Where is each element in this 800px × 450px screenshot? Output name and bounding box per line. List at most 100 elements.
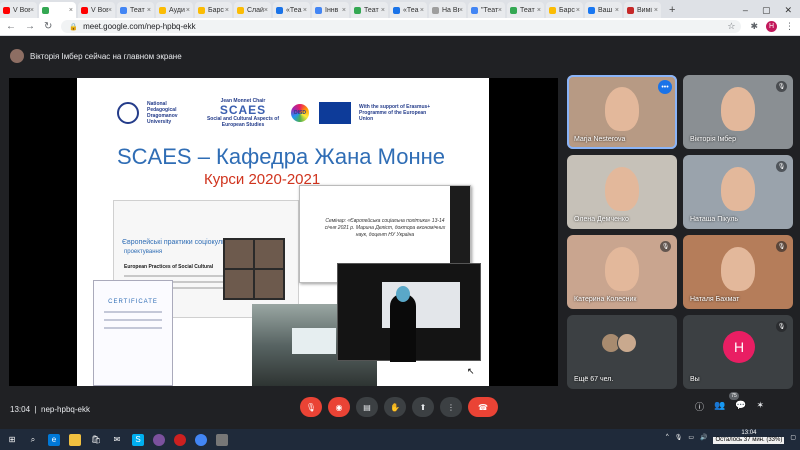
forward-icon[interactable]: → bbox=[25, 21, 35, 32]
extensions-icon[interactable]: ✱ bbox=[750, 21, 758, 32]
participant-tile[interactable]: 🎙 Наташа Пікуль bbox=[683, 155, 793, 229]
participant-tile[interactable]: 🎙 Наталя Бахмат bbox=[683, 235, 793, 309]
app-icon[interactable] bbox=[216, 433, 228, 446]
tab-close-icon[interactable]: × bbox=[186, 7, 190, 14]
reload-icon[interactable]: ↻ bbox=[44, 21, 52, 32]
windows-start-icon[interactable]: ⊞ bbox=[6, 434, 18, 446]
maximize-icon[interactable]: ▢ bbox=[762, 2, 771, 18]
lock-icon[interactable]: 🔒 bbox=[69, 23, 78, 31]
meeting-code: nep-hpbq-ekk bbox=[41, 405, 90, 414]
tile-more-icon[interactable]: ••• bbox=[658, 80, 672, 94]
browser-tab[interactable]: Вимі × bbox=[624, 2, 661, 18]
browser-tab[interactable]: V Вов× bbox=[0, 2, 37, 18]
browser-tab[interactable]: «Теа × bbox=[273, 2, 310, 18]
tab-close-icon[interactable]: × bbox=[69, 7, 73, 14]
info-icon[interactable]: ⓘ bbox=[695, 400, 704, 413]
browser-tab[interactable]: Теат × bbox=[507, 2, 544, 18]
back-icon[interactable]: ← bbox=[6, 21, 16, 32]
tab-close-icon[interactable]: × bbox=[303, 7, 307, 14]
captions-button[interactable]: ▤ bbox=[356, 397, 378, 417]
tab-close-icon[interactable]: × bbox=[381, 7, 385, 14]
profile-avatar[interactable]: H bbox=[766, 21, 777, 32]
tab-close-icon[interactable]: × bbox=[615, 7, 619, 14]
tab-title: Теат bbox=[130, 6, 145, 14]
browser-tab[interactable]: Теат × bbox=[117, 2, 154, 18]
clock-time: 13:04 bbox=[741, 430, 757, 436]
chrome-icon[interactable] bbox=[195, 433, 207, 446]
mic-tray-icon[interactable]: 🎙 bbox=[675, 434, 683, 441]
windows-taskbar: ⊞ ⌕ e 🛍 ✉ S ^ 🎙 ▭ 🔊 13:04 Осталось 37 ми… bbox=[0, 429, 800, 450]
close-icon[interactable]: ✕ bbox=[784, 2, 792, 18]
tab-close-icon[interactable]: × bbox=[576, 7, 580, 14]
browser-tab[interactable]: Теат × bbox=[351, 2, 388, 18]
browser-tab[interactable]: "Теат × bbox=[468, 2, 505, 18]
mic-off-icon: 🎙 bbox=[305, 402, 317, 412]
eu-flag-icon bbox=[319, 102, 351, 124]
raise-hand-button[interactable]: ✋ bbox=[384, 397, 406, 417]
tab-close-icon[interactable]: × bbox=[147, 7, 151, 14]
browser-tab[interactable]: «Теа × bbox=[390, 2, 427, 18]
participant-tile[interactable]: ••• Marja Nesterova bbox=[567, 75, 677, 149]
erasmus-support-text: With the support of Erasmus+ Programme o… bbox=[359, 104, 431, 122]
opera-icon[interactable] bbox=[174, 433, 186, 446]
participant-tile[interactable]: Олена Демченко bbox=[567, 155, 677, 229]
leave-call-button[interactable]: ☎ bbox=[468, 397, 498, 417]
tab-close-icon[interactable]: × bbox=[108, 7, 112, 14]
tab-close-icon[interactable]: × bbox=[537, 7, 541, 14]
browser-tab[interactable]: На Вв× bbox=[429, 2, 466, 18]
browser-tab[interactable]: V Вов× bbox=[78, 2, 115, 18]
people-icon[interactable]: 👥 bbox=[714, 400, 725, 413]
cursor-icon: ↖ bbox=[467, 366, 475, 376]
tray-expand-icon[interactable]: ^ bbox=[666, 434, 669, 440]
participant-tile[interactable]: Ещё 67 чел. bbox=[567, 315, 677, 389]
tab-close-icon[interactable]: × bbox=[654, 7, 658, 14]
notifications-icon[interactable]: ▢ bbox=[790, 434, 796, 441]
browser-tab[interactable]: Іннв × bbox=[312, 2, 349, 18]
browser-tab[interactable]: × bbox=[39, 2, 76, 18]
viber-icon[interactable] bbox=[153, 433, 165, 446]
browser-tab[interactable]: Барс × bbox=[546, 2, 583, 18]
edge-icon[interactable]: e bbox=[48, 433, 60, 446]
mail-icon[interactable]: ✉ bbox=[111, 434, 123, 446]
new-tab-button[interactable]: + bbox=[669, 2, 675, 18]
participant-tile[interactable]: H 🎙 Вы bbox=[683, 315, 793, 389]
tab-favicon-icon bbox=[42, 6, 49, 14]
tab-close-icon[interactable]: × bbox=[225, 7, 229, 14]
menu-icon[interactable]: ⋮ bbox=[785, 21, 794, 32]
disd-logo: DISD bbox=[289, 102, 311, 124]
file-explorer-icon[interactable] bbox=[69, 433, 81, 446]
tab-close-icon[interactable]: × bbox=[420, 7, 424, 14]
participant-tile[interactable]: 🎙 Вікторія Імбер bbox=[683, 75, 793, 149]
store-icon[interactable]: 🛍 bbox=[90, 434, 102, 446]
tab-close-icon[interactable]: × bbox=[264, 7, 268, 14]
activities-icon[interactable]: ✶ bbox=[756, 400, 764, 413]
minimize-icon[interactable]: – bbox=[743, 2, 748, 18]
browser-tab[interactable]: Ваш × bbox=[585, 2, 622, 18]
tab-title: Барс bbox=[559, 6, 575, 14]
battery-icon[interactable]: ▭ bbox=[688, 434, 694, 441]
chat-icon[interactable]: 💬 bbox=[735, 400, 746, 413]
tab-close-icon[interactable]: × bbox=[342, 7, 346, 14]
camera-toggle-button[interactable]: ◉ bbox=[328, 397, 350, 417]
participant-tile[interactable]: 🎙 Катерина Колесник bbox=[567, 235, 677, 309]
search-icon[interactable]: ⌕ bbox=[27, 434, 39, 446]
participant-video bbox=[605, 167, 639, 211]
more-options-button[interactable]: ⋮ bbox=[440, 397, 462, 417]
presentation-area[interactable]: National Pedagogical Dragomanov Universi… bbox=[9, 78, 558, 386]
tab-close-icon[interactable]: × bbox=[30, 7, 34, 14]
volume-icon[interactable]: 🔊 bbox=[700, 434, 707, 441]
camera-off-icon: ◉ bbox=[335, 402, 343, 412]
browser-tab[interactable]: Ауди × bbox=[156, 2, 193, 18]
present-button[interactable]: ⬆ bbox=[412, 397, 434, 417]
meeting-info[interactable]: 13:04 | nep-hpbq-ekk bbox=[10, 405, 90, 414]
browser-tab[interactable]: Барс × bbox=[195, 2, 232, 18]
taskbar-clock[interactable]: 13:04 Осталось 37 мин. (33%) bbox=[713, 430, 785, 444]
bookmark-star-icon[interactable]: ☆ bbox=[727, 21, 735, 32]
mic-toggle-button[interactable]: 🎙 bbox=[300, 397, 322, 417]
presenter-avatar bbox=[10, 49, 24, 63]
url-field[interactable]: 🔒 meet.google.com/nep-hpbq-ekk ☆ bbox=[61, 20, 742, 33]
tab-close-icon[interactable]: × bbox=[459, 7, 463, 14]
skype-icon[interactable]: S bbox=[132, 433, 144, 446]
browser-tab[interactable]: Слайд× bbox=[234, 2, 271, 18]
tab-close-icon[interactable]: × bbox=[498, 7, 502, 14]
